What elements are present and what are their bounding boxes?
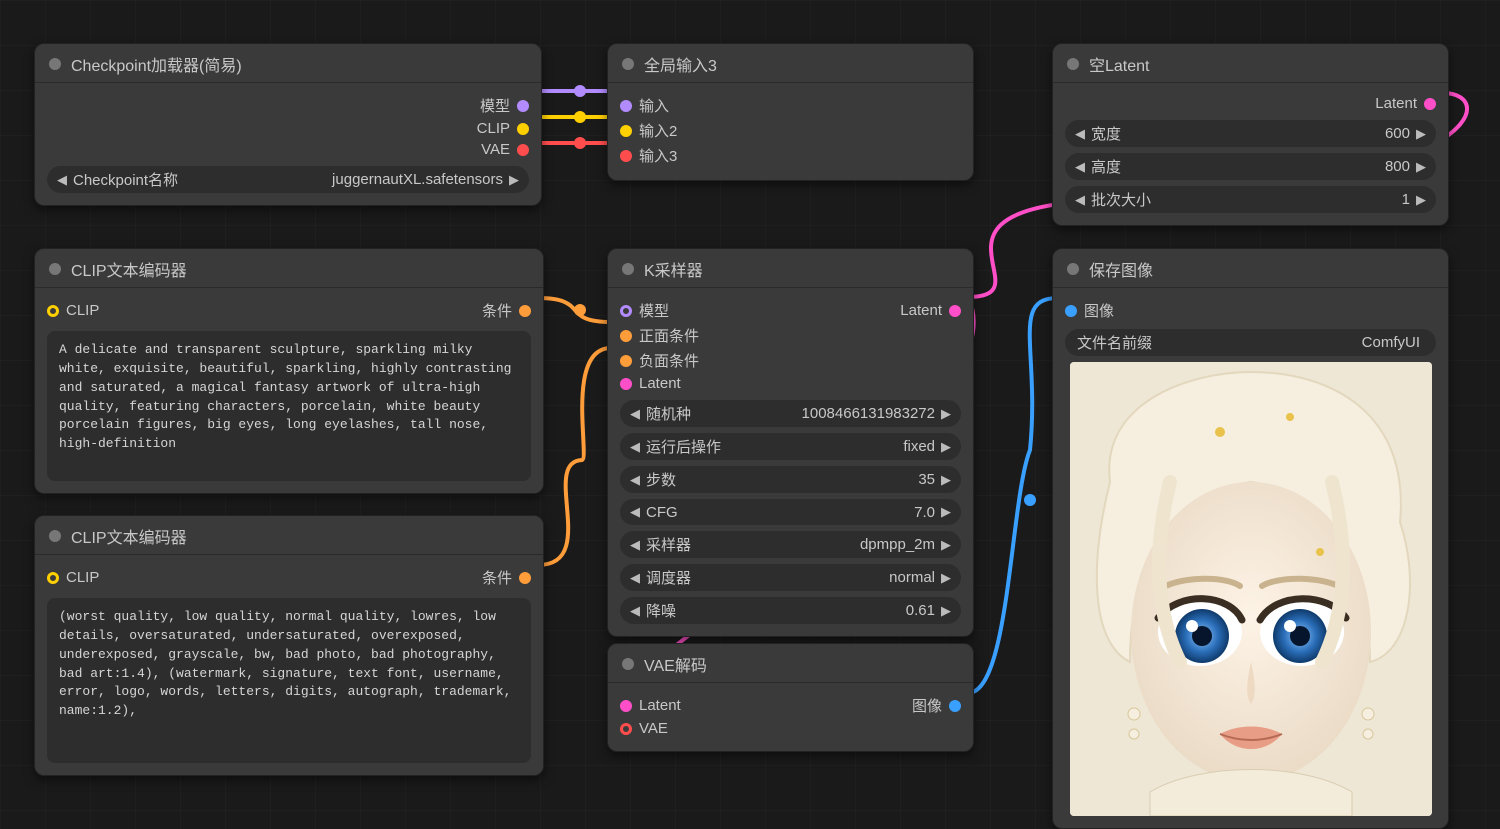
ksampler-widget-6[interactable]: ◀降噪0.61▶ [620, 597, 961, 624]
input-port-vae[interactable] [620, 723, 632, 735]
ksampler-widget-1[interactable]: ◀运行后操作fixed▶ [620, 433, 961, 460]
input-port-positive[interactable] [620, 330, 632, 342]
input-port-2[interactable] [620, 125, 632, 137]
ksampler-widget-0[interactable]: ◀随机种1008466131983272▶ [620, 400, 961, 427]
output-port-clip[interactable] [517, 123, 529, 135]
input-port-image[interactable] [1065, 305, 1077, 317]
node-header[interactable]: 保存图像 [1053, 249, 1448, 288]
node-save-image[interactable]: 保存图像 图像 文件名前缀 ComfyUI [1052, 248, 1449, 829]
collapse-dot-icon[interactable] [622, 263, 634, 275]
height-widget[interactable]: ◀ 高度 800 ▶ [1065, 153, 1436, 180]
collapse-dot-icon[interactable] [1067, 263, 1079, 275]
node-title: 空Latent [1089, 52, 1150, 76]
arrow-left-icon[interactable]: ◀ [1075, 159, 1085, 175]
output-image-preview[interactable] [1070, 362, 1432, 816]
arrow-right-icon[interactable]: ▶ [941, 439, 951, 455]
output-port-vae[interactable] [517, 144, 529, 156]
node-header[interactable]: 全局输入3 [608, 44, 973, 83]
output-port-model[interactable] [517, 100, 529, 112]
output-port-latent[interactable] [1424, 98, 1436, 110]
input-port-latent[interactable] [620, 378, 632, 390]
arrow-right-icon[interactable]: ▶ [941, 504, 951, 520]
input-port-clip[interactable] [47, 572, 59, 584]
collapse-dot-icon[interactable] [622, 658, 634, 670]
node-title: VAE解码 [644, 652, 707, 676]
checkpoint-name-widget[interactable]: ◀ Checkpoint名称 juggernautXL.safetensors … [47, 166, 529, 193]
arrow-right-icon[interactable]: ▶ [1416, 192, 1426, 208]
node-title: 保存图像 [1089, 257, 1153, 281]
input-port-latent[interactable] [620, 700, 632, 712]
output-port-latent[interactable] [949, 305, 961, 317]
node-header[interactable]: CLIP文本编码器 [35, 249, 543, 288]
collapse-dot-icon[interactable] [49, 263, 61, 275]
arrow-left-icon[interactable]: ◀ [1075, 192, 1085, 208]
node-title: CLIP文本编码器 [71, 524, 187, 548]
collapse-dot-icon[interactable] [622, 58, 634, 70]
arrow-left-icon[interactable]: ◀ [630, 504, 640, 520]
arrow-left-icon[interactable]: ◀ [630, 439, 640, 455]
arrow-left-icon[interactable]: ◀ [630, 603, 640, 619]
arrow-right-icon[interactable]: ▶ [941, 406, 951, 422]
arrow-right-icon[interactable]: ▶ [1416, 126, 1426, 142]
arrow-left-icon[interactable]: ◀ [57, 172, 67, 188]
node-empty-latent[interactable]: 空Latent Latent ◀ 宽度 600 ▶ ◀ 高度 800 ▶ ◀ 批… [1052, 43, 1449, 226]
ksampler-widget-5[interactable]: ◀调度器normal▶ [620, 564, 961, 591]
arrow-right-icon[interactable]: ▶ [941, 537, 951, 553]
width-widget[interactable]: ◀ 宽度 600 ▶ [1065, 120, 1436, 147]
node-title: Checkpoint加载器(简易) [71, 52, 242, 76]
arrow-left-icon[interactable]: ◀ [1075, 126, 1085, 142]
output-port-conditioning[interactable] [519, 305, 531, 317]
ksampler-widget-4[interactable]: ◀采样器dpmpp_2m▶ [620, 531, 961, 558]
arrow-left-icon[interactable]: ◀ [630, 406, 640, 422]
ksampler-widget-3[interactable]: ◀CFG7.0▶ [620, 499, 961, 525]
node-clip-text-encode-negative[interactable]: CLIP文本编码器 CLIP 条件 (worst quality, low qu… [34, 515, 544, 776]
node-header[interactable]: K采样器 [608, 249, 973, 288]
node-header[interactable]: CLIP文本编码器 [35, 516, 543, 555]
input-port-3[interactable] [620, 150, 632, 162]
node-header[interactable]: 空Latent [1053, 44, 1448, 83]
arrow-left-icon[interactable]: ◀ [630, 537, 640, 553]
arrow-right-icon[interactable]: ▶ [941, 570, 951, 586]
node-checkpoint-loader[interactable]: Checkpoint加载器(简易) 模型 CLIP VAE ◀ Checkpoi… [34, 43, 542, 206]
node-title: CLIP文本编码器 [71, 257, 187, 281]
node-title: 全局输入3 [644, 52, 717, 76]
arrow-left-icon[interactable]: ◀ [630, 472, 640, 488]
arrow-left-icon[interactable]: ◀ [630, 570, 640, 586]
output-port-conditioning[interactable] [519, 572, 531, 584]
neg-prompt-textbox[interactable]: (worst quality, low quality, normal qual… [47, 598, 531, 763]
input-port-clip[interactable] [47, 305, 59, 317]
output-port-image[interactable] [949, 700, 961, 712]
filename-prefix-widget[interactable]: 文件名前缀 ComfyUI [1065, 329, 1436, 356]
node-vae-decode[interactable]: VAE解码 Latent 图像 VAE [607, 643, 974, 752]
input-port-model[interactable] [620, 305, 632, 317]
collapse-dot-icon[interactable] [1067, 58, 1079, 70]
collapse-dot-icon[interactable] [49, 58, 61, 70]
ksampler-widget-2[interactable]: ◀步数35▶ [620, 466, 961, 493]
arrow-right-icon[interactable]: ▶ [941, 472, 951, 488]
arrow-right-icon[interactable]: ▶ [1416, 159, 1426, 175]
arrow-right-icon[interactable]: ▶ [941, 603, 951, 619]
input-port-1[interactable] [620, 100, 632, 112]
prompt-textbox[interactable]: A delicate and transparent sculpture, sp… [47, 331, 531, 481]
node-ksampler[interactable]: K采样器 模型 Latent 正面条件 负面条件 Latent ◀随机种1008… [607, 248, 974, 637]
node-header[interactable]: Checkpoint加载器(简易) [35, 44, 541, 83]
node-title: K采样器 [644, 257, 703, 281]
node-clip-text-encode-positive[interactable]: CLIP文本编码器 CLIP 条件 A delicate and transpa… [34, 248, 544, 494]
node-global-input[interactable]: 全局输入3 输入 输入2 输入3 [607, 43, 974, 181]
input-port-negative[interactable] [620, 355, 632, 367]
collapse-dot-icon[interactable] [49, 530, 61, 542]
batch-size-widget[interactable]: ◀ 批次大小 1 ▶ [1065, 186, 1436, 213]
arrow-right-icon[interactable]: ▶ [509, 172, 519, 188]
node-header[interactable]: VAE解码 [608, 644, 973, 683]
